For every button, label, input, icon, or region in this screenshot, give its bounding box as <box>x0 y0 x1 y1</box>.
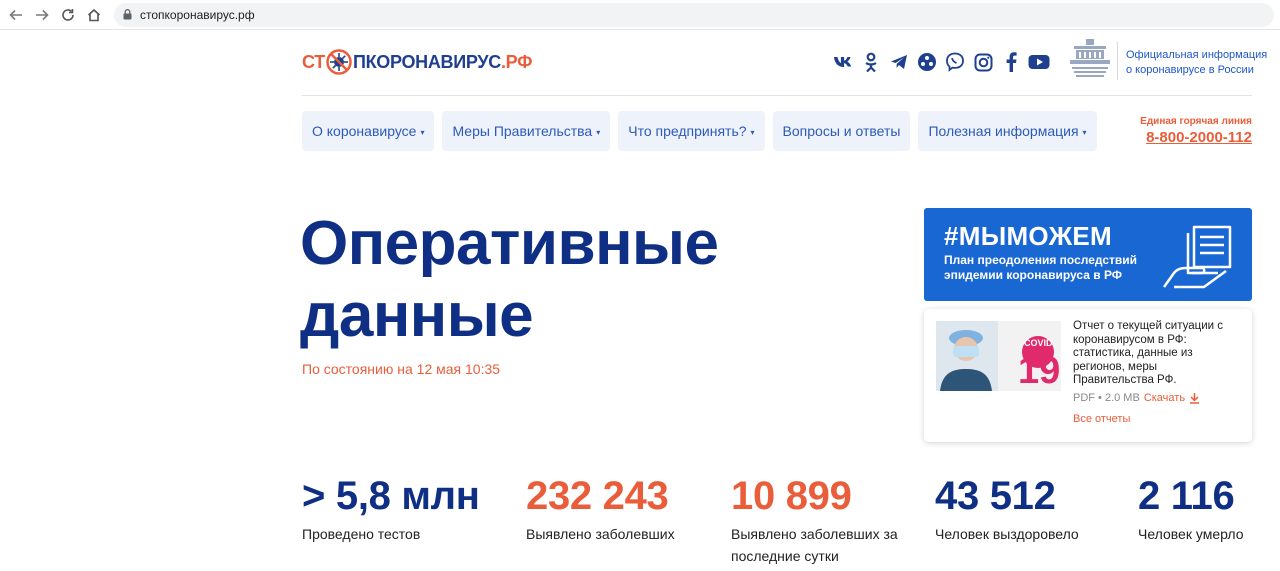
menu-item-label: Меры Правительства <box>452 123 593 139</box>
virus-icon <box>326 49 352 75</box>
main-menu: О коронавирусе ▾ Меры Правительства ▾ Чт… <box>302 111 1097 151</box>
mymozhem-banner[interactable]: #МЫМОЖЕМ План преодоления последствий эп… <box>924 208 1252 301</box>
youtube-link[interactable] <box>1028 51 1050 73</box>
chevron-down-icon: ▾ <box>420 128 425 137</box>
logo-text-part2: ПКОРОНАВИРУС <box>352 51 501 72</box>
government-emblem-icon[interactable] <box>1068 38 1112 80</box>
facebook-link[interactable] <box>1000 51 1022 73</box>
menu-item-label: Вопросы и ответы <box>782 123 901 139</box>
stat-value: 43 512 <box>935 474 1056 518</box>
odnoklassniki-icon <box>865 52 877 72</box>
chevron-down-icon: ▾ <box>596 128 601 137</box>
all-reports-link[interactable]: Все отчеты <box>1073 413 1130 425</box>
update-timestamp: По состоянию на 12 мая 10:35 <box>302 361 501 377</box>
page-title-line1: Оперативные <box>300 209 719 278</box>
url-text: стопкоронавирус.рф <box>140 8 255 22</box>
vk-link[interactable] <box>832 51 854 73</box>
menu-item-label: О коронавирусе <box>312 123 417 139</box>
home-button[interactable] <box>84 5 104 25</box>
menu-item-label: Что предпринять? <box>628 123 747 139</box>
logo-text-part3: .РФ <box>500 51 533 72</box>
stat-value: 10 899 <box>731 474 852 518</box>
thumb-19-text: 19 <box>1018 350 1060 391</box>
menu-item-government-measures[interactable]: Меры Правительства ▾ <box>442 111 611 151</box>
download-link[interactable]: Скачать <box>1144 392 1200 404</box>
menu-item-useful-info[interactable]: Полезная информация ▾ <box>918 111 1097 151</box>
viber-link[interactable] <box>944 51 966 73</box>
banner-hashtag: #МЫМОЖЕМ <box>944 221 1113 251</box>
stat-label: Выявлено заболевших за последние сутки <box>731 526 898 564</box>
page-title: Оперативные данные <box>300 208 900 352</box>
browser-toolbar: стопкоронавирус.рф <box>0 0 1280 30</box>
stat-label: Человек умерло <box>1138 526 1244 542</box>
thumb-covid-text: COVID <box>1024 338 1053 348</box>
report-description: Отчет о текущей ситуации с коронавирусом… <box>1073 320 1224 386</box>
youtube-icon <box>1028 55 1050 69</box>
stat-value: 2 116 <box>1138 474 1235 518</box>
report-card: COVID 19 Отчет о текущей ситуации с коро… <box>924 309 1252 442</box>
reload-button[interactable] <box>58 5 78 25</box>
stat-tests: > 5,8 млн Проведено тестов <box>302 474 480 545</box>
header-divider <box>302 95 1252 96</box>
reload-icon <box>62 9 74 21</box>
site-logo[interactable]: СТ ПКОРОНАВИРУС .РФ <box>302 49 532 75</box>
gov-divider <box>1117 42 1118 80</box>
gov-official-info-link[interactable]: Официальная информация о коронавирусе в … <box>1126 48 1267 78</box>
report-thumbnail[interactable]: COVID 19 <box>936 321 1061 391</box>
download-label: Скачать <box>1143 392 1186 404</box>
stat-deaths: 2 116 Человек умерло <box>1138 474 1244 545</box>
arrow-left-icon <box>9 9 22 21</box>
menu-item-faq[interactable]: Вопросы и ответы <box>772 111 911 151</box>
odnoklassniki-link[interactable] <box>860 51 882 73</box>
menu-item-about-coronavirus[interactable]: О коронавирусе ▾ <box>302 111 435 151</box>
report-file-info: PDF • 2.0 MB <box>1073 392 1140 404</box>
hotline-label: Единая горячая линия <box>1140 116 1252 127</box>
community-link[interactable] <box>916 51 938 73</box>
community-icon <box>918 53 936 71</box>
stat-label: Человек выздоровело <box>935 526 1079 542</box>
stat-label: Проведено тестов <box>302 526 421 542</box>
chevron-down-icon: ▾ <box>750 128 755 137</box>
hotline-phone-link[interactable]: 8-800-2000-112 <box>1140 129 1252 146</box>
telegram-link[interactable] <box>888 51 910 73</box>
forward-button[interactable] <box>32 5 52 25</box>
gov-text-line2: о коронавирусе в России <box>1126 64 1254 76</box>
gov-text-line1: Официальная информация <box>1126 49 1268 61</box>
stat-cases: 232 243 Выявлено заболевших <box>526 474 675 545</box>
viber-icon <box>946 52 964 72</box>
page-title-line2: данные <box>300 281 534 350</box>
menu-item-what-to-do[interactable]: Что предпринять? ▾ <box>618 111 765 151</box>
chevron-down-icon: ▾ <box>1082 128 1087 137</box>
hotline: Единая горячая линия 8-800-2000-112 <box>1140 116 1252 146</box>
stat-label: Выявлено заболевших <box>526 526 675 542</box>
document-hand-icon <box>1162 225 1232 289</box>
stat-value: > 5,8 млн <box>302 474 480 518</box>
instagram-icon <box>974 53 992 71</box>
home-icon <box>87 8 101 22</box>
arrow-right-icon <box>36 9 49 21</box>
menu-item-label: Полезная информация <box>928 123 1079 139</box>
address-bar[interactable]: стопкоронавирус.рф <box>114 3 1274 27</box>
back-button[interactable] <box>6 5 26 25</box>
logo-text-part1: СТ <box>302 51 325 72</box>
stat-new-cases: 10 899 Выявлено заболевших за последние … <box>731 474 901 567</box>
telegram-icon <box>891 55 907 69</box>
stat-recovered: 43 512 Человек выздоровело <box>935 474 1079 545</box>
banner-subtitle: План преодоления последствий эпидемии ко… <box>944 253 1138 282</box>
lock-icon <box>123 9 132 20</box>
stat-value: 232 243 <box>526 474 669 518</box>
instagram-link[interactable] <box>972 51 994 73</box>
report-meta: PDF • 2.0 MB Скачать <box>1073 392 1200 404</box>
facebook-icon <box>1006 52 1017 72</box>
vk-icon <box>834 57 852 67</box>
social-links <box>832 51 1050 73</box>
download-icon <box>1190 393 1200 404</box>
